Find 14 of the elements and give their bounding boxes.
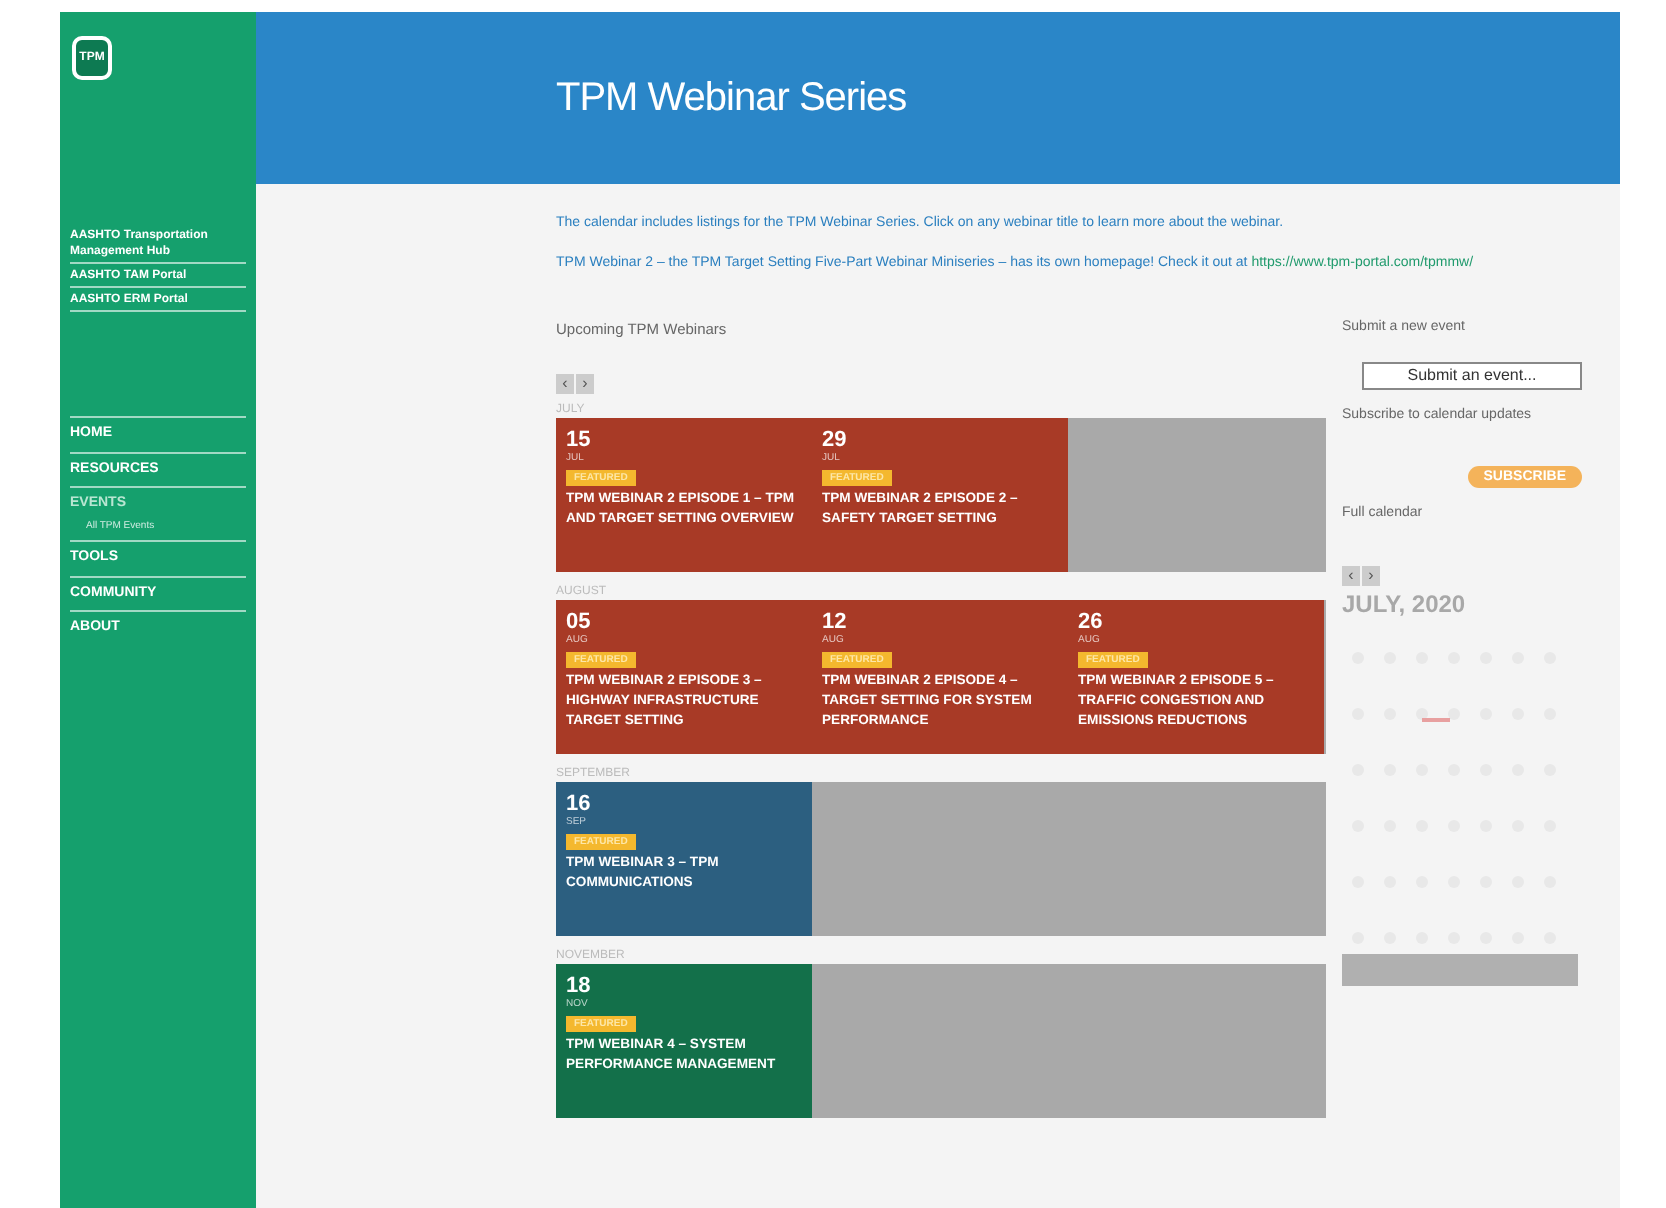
event-day: 16	[566, 791, 591, 815]
calendar-month: JULY, 2020	[1342, 587, 1466, 621]
event-day: 12	[822, 609, 847, 633]
pager-button[interactable]: ‹	[1342, 565, 1360, 585]
event-day: 29	[822, 427, 847, 451]
page-title: TPM Webinar Series	[556, 74, 907, 124]
event-day: 26	[1078, 609, 1103, 633]
event-day: 18	[566, 973, 591, 997]
event-day: 05	[566, 609, 591, 633]
pager-button[interactable]: ›	[576, 373, 594, 393]
pager-button[interactable]: ›	[1362, 565, 1380, 585]
event-day: 15	[566, 427, 591, 451]
submit-button[interactable]: Submit an event...	[1362, 361, 1582, 389]
pager-button[interactable]: ‹	[556, 373, 574, 393]
